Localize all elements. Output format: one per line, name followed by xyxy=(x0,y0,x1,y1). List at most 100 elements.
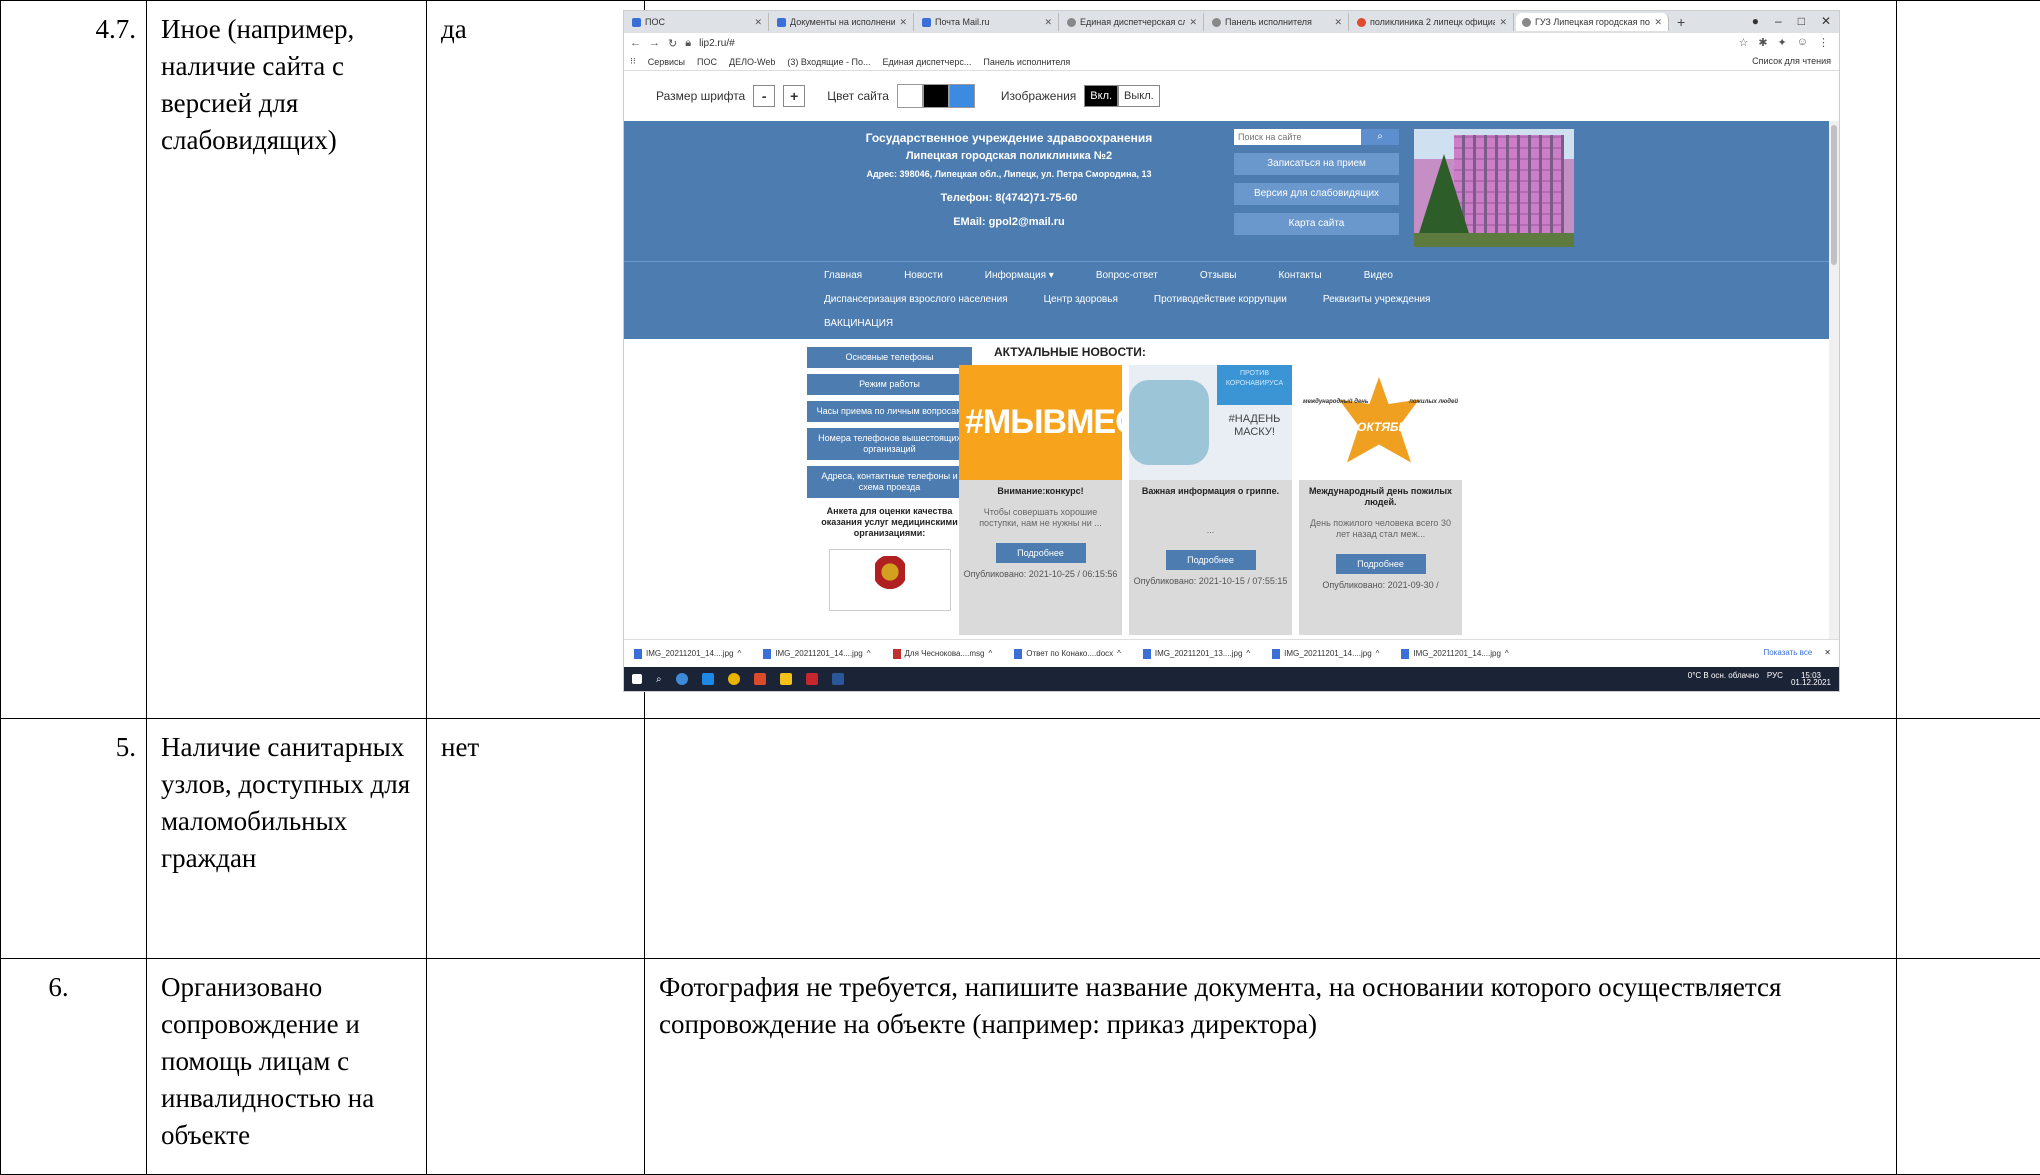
tab-close-icon[interactable]: ✕ xyxy=(1044,17,1052,28)
close-icon[interactable]: ✕ xyxy=(1824,648,1831,657)
bookmark-item[interactable]: Единая диспетчерс... xyxy=(883,57,972,67)
clock[interactable]: 15:03 01.12.2021 xyxy=(1791,672,1831,686)
maximize-icon[interactable]: □ xyxy=(1798,14,1805,28)
tab-close-icon[interactable]: ✕ xyxy=(754,17,762,28)
bookmark-item[interactable]: (3) Входящие - По... xyxy=(787,57,870,67)
tab-close-icon[interactable]: ✕ xyxy=(1654,17,1662,28)
minimize-icon[interactable]: – xyxy=(1775,14,1782,28)
download-item[interactable]: IMG_20211201_14....jpg^ xyxy=(1401,649,1508,659)
images-on-button[interactable]: Вкл. xyxy=(1084,85,1118,107)
nav-item[interactable]: Диспансеризация взрослого населения xyxy=(824,294,1008,305)
color-white-button[interactable] xyxy=(897,84,923,108)
back-icon[interactable]: ← xyxy=(630,37,641,49)
emblem-banner[interactable] xyxy=(829,549,951,611)
chevron-up-icon[interactable]: ^ xyxy=(867,649,871,658)
tab-close-icon[interactable]: ✕ xyxy=(1499,17,1507,28)
left-menu-item[interactable]: Режим работы xyxy=(807,374,972,395)
bookmark-item[interactable]: ДЕЛО-Web xyxy=(729,57,775,67)
browser-tab[interactable]: Панель исполнителя✕ xyxy=(1206,13,1349,31)
font-increase-button[interactable]: + xyxy=(783,85,805,107)
nav-item[interactable]: Главная xyxy=(824,270,862,281)
chevron-up-icon[interactable]: ^ xyxy=(1505,649,1509,658)
close-icon[interactable]: ✕ xyxy=(1821,14,1831,28)
tab-close-icon[interactable]: ✕ xyxy=(1189,17,1197,28)
chevron-up-icon[interactable]: ^ xyxy=(988,649,992,658)
language-text[interactable]: РУС xyxy=(1767,672,1783,686)
word-icon[interactable] xyxy=(832,673,844,685)
browser-tab[interactable]: Документы на исполнении✕ xyxy=(771,13,914,31)
profile-icon[interactable]: ● xyxy=(1752,14,1759,28)
left-menu-item[interactable]: Основные телефоны xyxy=(807,347,972,368)
windows-start-icon[interactable] xyxy=(632,674,642,684)
left-menu-item[interactable]: Часы приема по личным вопросам xyxy=(807,401,972,422)
chevron-up-icon[interactable]: ^ xyxy=(1117,649,1121,658)
search-icon[interactable]: ⌕ xyxy=(656,674,662,685)
edge-icon[interactable] xyxy=(676,673,688,685)
reading-list-button[interactable]: Список для чтения xyxy=(1752,56,1831,66)
browser-tab[interactable]: поликлиника 2 липецк официал✕ xyxy=(1351,13,1514,31)
search-input[interactable] xyxy=(1234,129,1361,145)
download-item[interactable]: IMG_20211201_14....jpg^ xyxy=(634,649,741,659)
menu-icon[interactable]: ⋮ xyxy=(1818,36,1829,49)
download-item[interactable]: IMG_20211201_14....jpg^ xyxy=(1272,649,1379,659)
news-image[interactable]: международный день пожилых людей 1 ОКТЯБ… xyxy=(1299,365,1462,480)
apps-grid-icon[interactable]: ⁝⁝ xyxy=(630,56,636,67)
bookmark-item[interactable]: Сервисы xyxy=(648,57,685,67)
nav-item[interactable]: Центр здоровья xyxy=(1044,294,1118,305)
download-item[interactable]: IMG_20211201_13....jpg^ xyxy=(1143,649,1250,659)
sitemap-button[interactable]: Карта сайта xyxy=(1234,213,1399,235)
nav-item[interactable]: Контакты xyxy=(1278,270,1321,281)
app-icon[interactable] xyxy=(754,673,766,685)
nav-item[interactable]: Отзывы xyxy=(1200,270,1237,281)
download-item[interactable]: Ответ по Конако....docx^ xyxy=(1014,649,1121,659)
browser-tab[interactable]: ПОС✕ xyxy=(626,13,769,31)
star-icon[interactable]: ☆ xyxy=(1738,36,1748,49)
nav-item[interactable]: Противодействие коррупции xyxy=(1154,294,1287,305)
left-menu-item[interactable]: Адреса, контактные телефоны и схема прое… xyxy=(807,466,972,498)
news-more-button[interactable]: Подробнее xyxy=(1336,554,1426,574)
nav-item[interactable]: Реквизиты учреждения xyxy=(1323,294,1431,305)
browser-tab[interactable]: Единая диспетчерская служба✕ xyxy=(1061,13,1204,31)
account-icon[interactable]: ☺ xyxy=(1797,36,1808,49)
chevron-up-icon[interactable]: ^ xyxy=(1376,649,1380,658)
nav-item[interactable]: Вопрос-ответ xyxy=(1096,270,1158,281)
page-scrollbar[interactable] xyxy=(1829,121,1839,641)
download-item[interactable]: IMG_20211201_14....jpg^ xyxy=(763,649,870,659)
news-more-button[interactable]: Подробнее xyxy=(1166,550,1256,570)
ie-icon[interactable] xyxy=(702,673,714,685)
reload-icon[interactable]: ↻ xyxy=(668,37,677,50)
news-image[interactable]: ПРОТИВ КОРОНАВИРУСА #НАДЕНЬ МАСКУ! xyxy=(1129,365,1292,480)
show-all-button[interactable]: Показать все xyxy=(1763,648,1812,657)
color-black-button[interactable] xyxy=(923,84,949,108)
nav-item[interactable]: Новости xyxy=(904,270,943,281)
nav-item[interactable]: Информация ▾ xyxy=(985,270,1054,281)
download-item[interactable]: Для Чеснокова....msg^ xyxy=(893,649,993,659)
puzzle-icon[interactable]: ✦ xyxy=(1778,36,1787,49)
nav-item[interactable]: Видео xyxy=(1364,270,1393,281)
chevron-up-icon[interactable]: ^ xyxy=(1246,649,1250,658)
browser-tab[interactable]: ГУЗ Липецкая городская поли✕ xyxy=(1516,13,1669,31)
mail-icon[interactable] xyxy=(806,673,818,685)
forward-icon[interactable]: → xyxy=(649,37,660,49)
news-image[interactable]: #МЫВМЕСТЕ xyxy=(959,365,1122,480)
browser-tab[interactable]: Почта Mail.ru✕ xyxy=(916,13,1059,31)
tab-close-icon[interactable]: ✕ xyxy=(899,17,907,28)
extension-icon[interactable]: ✱ xyxy=(1758,36,1767,49)
nav-item[interactable]: ВАКЦИНАЦИЯ xyxy=(824,318,893,329)
scroll-thumb[interactable] xyxy=(1831,125,1837,265)
color-blue-button[interactable] xyxy=(949,84,975,108)
images-off-button[interactable]: Выкл. xyxy=(1118,85,1160,107)
new-tab-icon[interactable]: + xyxy=(1677,14,1685,30)
bookmark-item[interactable]: ПОС xyxy=(697,57,717,67)
appointment-button[interactable]: Записаться на прием xyxy=(1234,153,1399,175)
low-vision-button[interactable]: Версия для слабовидящих xyxy=(1234,183,1399,205)
news-more-button[interactable]: Подробнее xyxy=(996,543,1086,563)
notes-icon[interactable] xyxy=(780,673,792,685)
magnifier-icon[interactable]: ⌕ xyxy=(1361,129,1399,145)
tab-close-icon[interactable]: ✕ xyxy=(1334,17,1342,28)
chevron-up-icon[interactable]: ^ xyxy=(737,649,741,658)
left-menu-item[interactable]: Номера телефонов вышестоящих организаций xyxy=(807,428,972,460)
bookmark-item[interactable]: Панель исполнителя xyxy=(983,57,1070,67)
url-text[interactable]: lip2.ru/# xyxy=(699,38,735,49)
chrome-icon[interactable] xyxy=(728,673,740,685)
